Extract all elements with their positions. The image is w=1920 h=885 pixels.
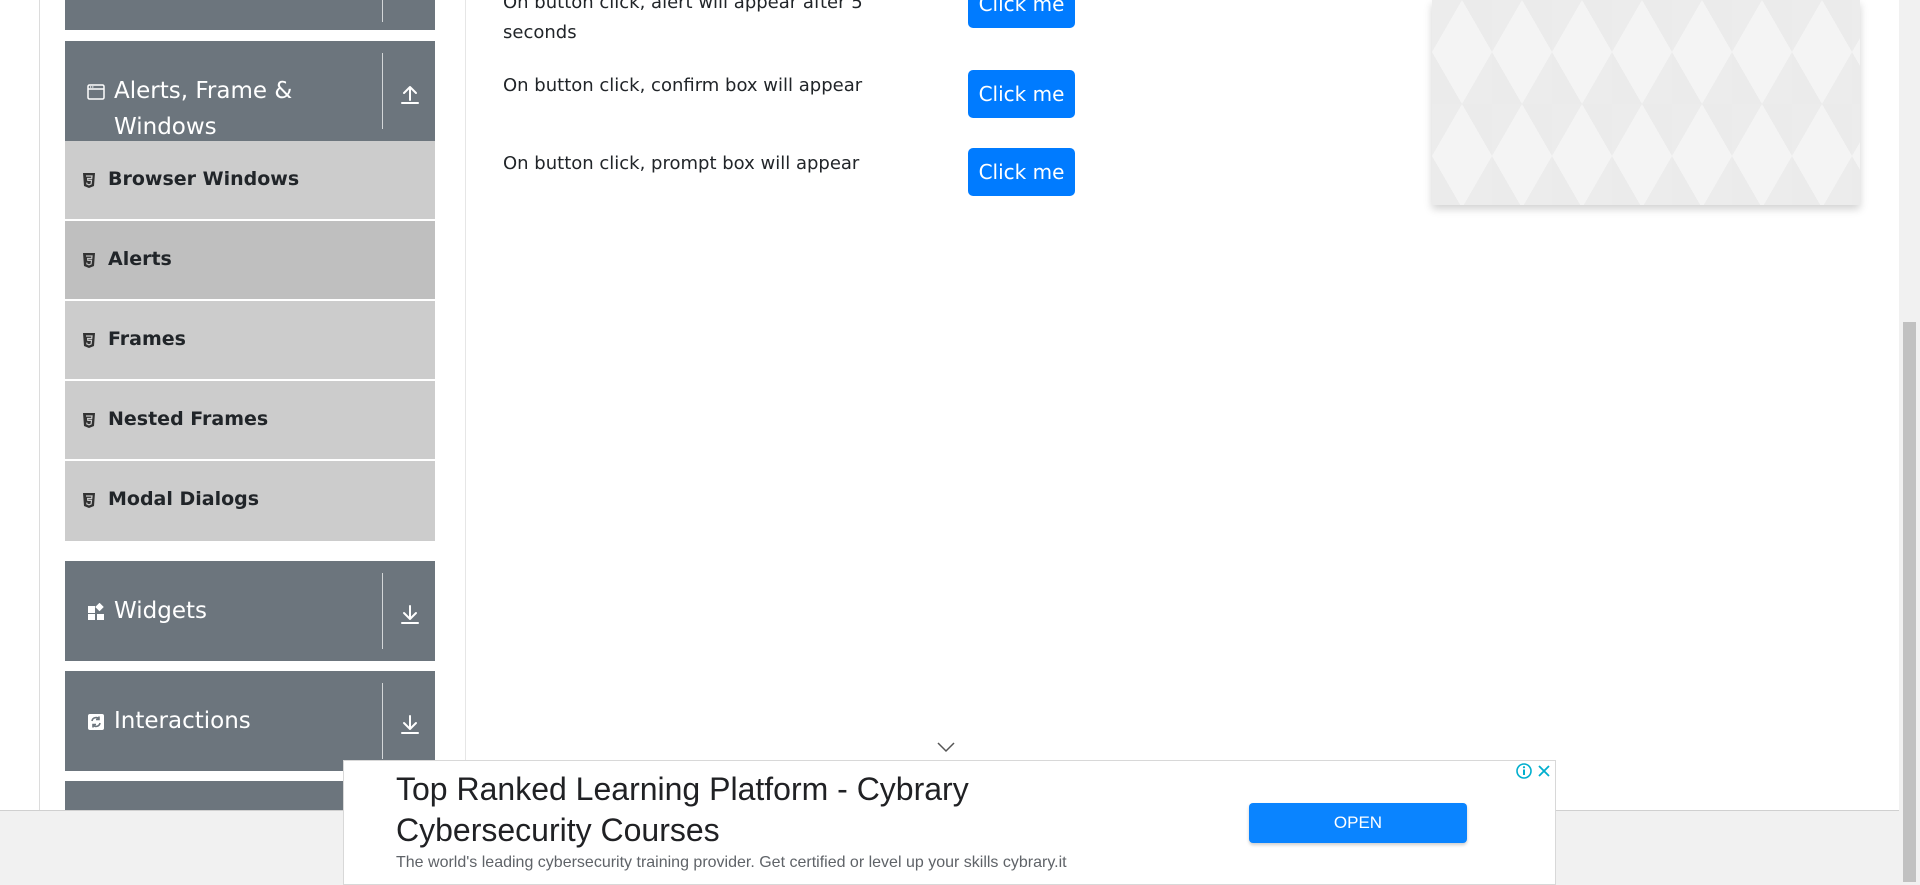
sidebar-group-elements[interactable] [65, 0, 435, 30]
sidebar-item-frames[interactable]: Frames [65, 301, 435, 380]
left-border [39, 0, 40, 810]
prompt-description: On button click, prompt box will appear [503, 153, 860, 174]
ad-info-icon[interactable] [1515, 762, 1533, 780]
group-divider [382, 0, 383, 22]
expand-download-icon[interactable] [395, 709, 425, 739]
html5-icon [83, 413, 95, 428]
alert-timer-description: On button click, alert will appear after… [503, 0, 863, 43]
collapse-upload-icon[interactable] [395, 79, 425, 109]
chevron-down-icon[interactable] [936, 740, 956, 754]
ad-description: The world's leading cybersecurity traini… [396, 854, 1067, 871]
html5-icon [83, 173, 95, 188]
sidebar-item-label: Browser Windows [108, 168, 300, 190]
prompt-button[interactable]: Click me [968, 148, 1075, 196]
sidebar-item-label: Frames [108, 328, 186, 350]
html5-icon [83, 493, 95, 508]
sidebar-item-modal-dialogs[interactable]: Modal Dialogs [65, 461, 435, 541]
bottom-ad-banner[interactable]: Top Ranked Learning Platform - Cybrary C… [343, 760, 1556, 885]
group-divider [382, 683, 383, 759]
ad-open-button[interactable]: OPEN [1249, 803, 1467, 843]
page-scrollbar[interactable] [1899, 0, 1920, 885]
expand-download-icon[interactable] [395, 599, 425, 629]
sidebar-group-interactions[interactable]: Interactions [65, 671, 435, 771]
confirm-button[interactable]: Click me [968, 70, 1075, 118]
sidebar-item-label: Nested Frames [108, 408, 269, 430]
close-icon[interactable] [1535, 762, 1553, 780]
timer-alert-button[interactable]: Click me [968, 0, 1075, 28]
sidebar-group-alerts-frame-windows[interactable]: Alerts, Frame & Windows [65, 41, 435, 141]
group-title: Interactions [114, 708, 251, 734]
group-divider [382, 53, 383, 129]
sidebar-item-alerts[interactable]: Alerts [65, 221, 435, 300]
sidebar-item-browser-windows[interactable]: Browser Windows [65, 141, 435, 220]
html5-icon [83, 333, 95, 348]
sidebar-item-label: Modal Dialogs [108, 488, 260, 510]
scrollbar-thumb[interactable] [1903, 322, 1916, 882]
content-divider [465, 0, 466, 810]
interactions-icon [88, 714, 104, 730]
widgets-icon [88, 603, 104, 620]
sidebar-item-nested-frames[interactable]: Nested Frames [65, 381, 435, 460]
html5-icon [83, 253, 95, 268]
confirm-description: On button click, confirm box will appear [503, 75, 863, 96]
ad-title[interactable]: Top Ranked Learning Platform - Cybrary C… [396, 769, 1036, 851]
group-title: Widgets [114, 598, 207, 624]
side-ad-banner[interactable] [1432, 0, 1860, 205]
group-divider [382, 573, 383, 649]
sidebar-item-label: Alerts [108, 248, 172, 270]
group-title: Alerts, Frame & Windows [114, 78, 293, 140]
browser-window-icon [87, 84, 105, 100]
sidebar-group-widgets[interactable]: Widgets [65, 561, 435, 661]
